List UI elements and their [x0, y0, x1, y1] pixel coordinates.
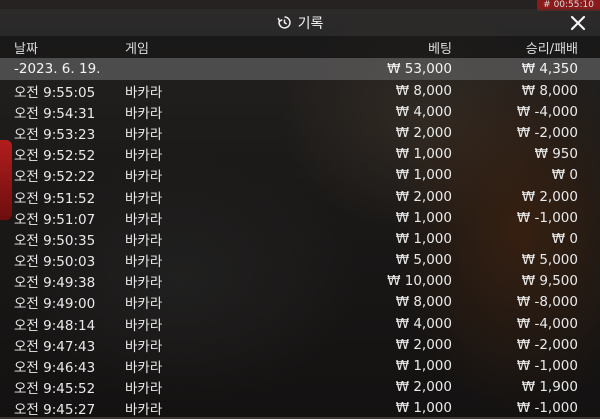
row-game: 바카라: [125, 84, 163, 101]
row-time: 오전 9:46:43: [14, 360, 96, 377]
row-bet: ₩ 1,000: [395, 146, 452, 163]
row-time: 오전 9:47:43: [14, 338, 96, 355]
row-result: ₩ 8,000: [521, 82, 578, 99]
row-game: 바카라: [125, 232, 163, 249]
row-game: 바카라: [125, 190, 163, 207]
table-row[interactable]: 오전 9:53:23 바카라 ₩ 2,000 ₩ -2,000: [0, 122, 600, 143]
row-bet: ₩ 1,000: [395, 400, 452, 417]
history-table-header: 날짜 게임 베팅 승리/패배: [0, 36, 600, 58]
row-result: ₩ -4,000: [516, 103, 578, 120]
row-time: 오전 9:50:03: [14, 254, 96, 271]
row-result: ₩ 9,500: [521, 273, 578, 290]
table-row[interactable]: 오전 9:50:35 바카라 ₩ 1,000 ₩ 0: [0, 228, 600, 249]
row-result: ₩ -1,000: [516, 358, 578, 375]
row-result: ₩ -1,000: [516, 400, 578, 417]
row-bet: ₩ 2,000: [395, 188, 452, 205]
close-button[interactable]: [568, 9, 588, 36]
history-icon: [277, 16, 291, 29]
row-game: 바카라: [125, 381, 163, 398]
row-result: ₩ 0: [551, 230, 578, 247]
row-bet: ₩ 8,000: [395, 82, 452, 99]
row-bet: ₩ 4,000: [395, 103, 452, 120]
row-bet: ₩ 8,000: [395, 294, 452, 311]
row-time: 오전 9:52:22: [14, 169, 96, 186]
table-row[interactable]: 오전 9:52:52 바카라 ₩ 1,000 ₩ 950: [0, 144, 600, 165]
table-row[interactable]: 오전 9:55:05 바카라 ₩ 8,000 ₩ 8,000: [0, 80, 600, 101]
row-game: 바카라: [125, 360, 163, 377]
row-time: 오전 9:52:52: [14, 148, 96, 165]
column-header-result: 승리/패배: [525, 41, 578, 57]
history-title: 기록: [0, 9, 600, 36]
table-row[interactable]: 오전 9:47:43 바카라 ₩ 2,000 ₩ -2,000: [0, 334, 600, 355]
table-row[interactable]: 오전 9:52:22 바카라 ₩ 1,000 ₩ 0: [0, 165, 600, 186]
row-bet: ₩ 1,000: [395, 167, 452, 184]
row-result: ₩ 2,000: [521, 188, 578, 205]
row-result: ₩ -2,000: [516, 336, 578, 353]
row-game: 바카라: [125, 338, 163, 355]
table-row[interactable]: 오전 9:45:52 바카라 ₩ 2,000 ₩ 1,900: [0, 377, 600, 398]
table-row[interactable]: 오전 9:45:27 바카라 ₩ 1,000 ₩ -1,000: [0, 398, 600, 419]
table-row[interactable]: 오전 9:54:31 바카라 ₩ 4,000 ₩ -4,000: [0, 101, 600, 122]
row-bet: ₩ 4,000: [395, 315, 452, 332]
row-time: 오전 9:51:52: [14, 190, 96, 207]
row-result: ₩ 5,000: [521, 252, 578, 269]
history-title-bar: 기록: [0, 9, 600, 36]
summary-bet-total: ₩ 53,000: [387, 61, 452, 77]
row-result: ₩ 950: [534, 146, 578, 163]
history-title-text: 기록: [297, 15, 324, 32]
table-row[interactable]: 오전 9:49:38 바카라 ₩ 10,000 ₩ 9,500: [0, 271, 600, 292]
row-time: 오전 9:48:14: [14, 317, 96, 334]
row-game: 바카라: [125, 126, 163, 143]
column-header-bet: 베팅: [428, 41, 452, 57]
row-game: 바카라: [125, 254, 163, 271]
row-result: ₩ -8,000: [516, 294, 578, 311]
row-result: ₩ 0: [551, 167, 578, 184]
row-bet: ₩ 1,000: [395, 209, 452, 226]
row-time: 오전 9:45:27: [14, 402, 96, 419]
row-bet: ₩ 2,000: [395, 124, 452, 141]
table-row[interactable]: 오전 9:50:03 바카라 ₩ 5,000 ₩ 5,000: [0, 250, 600, 271]
close-icon: [570, 15, 586, 30]
date-summary-row[interactable]: -2023. 6. 19. ₩ 53,000 ₩ 4,350: [0, 58, 600, 80]
summary-date: -2023. 6. 19.: [14, 61, 101, 77]
row-game: 바카라: [125, 317, 163, 334]
row-bet: ₩ 2,000: [395, 379, 452, 396]
row-time: 오전 9:49:00: [14, 296, 96, 313]
row-bet: ₩ 10,000: [387, 273, 452, 290]
table-row[interactable]: 오전 9:51:07 바카라 ₩ 1,000 ₩ -1,000: [0, 207, 600, 228]
column-header-date: 날짜: [14, 41, 38, 57]
table-row[interactable]: 오전 9:49:00 바카라 ₩ 8,000 ₩ -8,000: [0, 292, 600, 313]
summary-result-total: ₩ 4,350: [521, 61, 578, 77]
row-time: 오전 9:53:23: [14, 126, 96, 143]
row-game: 바카라: [125, 275, 163, 292]
column-header-game: 게임: [125, 41, 149, 57]
row-time: 오전 9:55:05: [14, 84, 96, 101]
row-result: ₩ -2,000: [516, 124, 578, 141]
row-game: 바카라: [125, 296, 163, 313]
row-bet: ₩ 1,000: [395, 358, 452, 375]
row-game: 바카라: [125, 211, 163, 228]
table-row[interactable]: 오전 9:46:43 바카라 ₩ 1,000 ₩ -1,000: [0, 355, 600, 376]
row-time: 오전 9:49:38: [14, 275, 96, 292]
row-game: 바카라: [125, 105, 163, 122]
row-result: ₩ 1,900: [521, 379, 578, 396]
row-time: 오전 9:50:35: [14, 232, 96, 249]
row-result: ₩ -4,000: [516, 315, 578, 332]
row-bet: ₩ 2,000: [395, 336, 452, 353]
row-time: 오전 9:54:31: [14, 105, 96, 122]
row-result: ₩ -1,000: [516, 209, 578, 226]
row-time: 오전 9:51:07: [14, 211, 96, 228]
row-game: 바카라: [125, 148, 163, 165]
row-bet: ₩ 1,000: [395, 230, 452, 247]
row-game: 바카라: [125, 402, 163, 419]
table-row[interactable]: 오전 9:48:14 바카라 ₩ 4,000 ₩ -4,000: [0, 313, 600, 334]
history-rows: 오전 9:55:05 바카라 ₩ 8,000 ₩ 8,000 오전 9:54:31 바카…: [0, 80, 600, 419]
row-bet: ₩ 5,000: [395, 252, 452, 269]
row-game: 바카라: [125, 169, 163, 186]
row-time: 오전 9:45:52: [14, 381, 96, 398]
table-row[interactable]: 오전 9:51:52 바카라 ₩ 2,000 ₩ 2,000: [0, 186, 600, 207]
